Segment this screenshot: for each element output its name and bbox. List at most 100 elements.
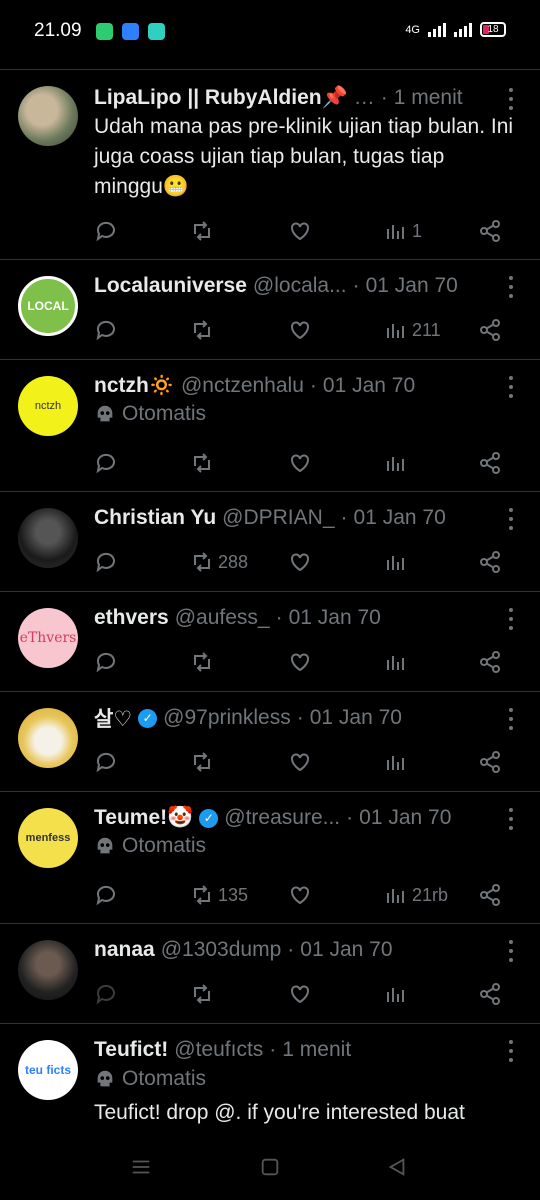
handle[interactable]: @97prinkless: [163, 706, 291, 730]
tweet[interactable]: LOCAL Localauniverse @locala... · 01 Jan…: [0, 260, 540, 360]
more-options-icon[interactable]: [508, 606, 514, 632]
avatar[interactable]: eThvers: [18, 608, 78, 668]
like-button[interactable]: [288, 448, 312, 478]
more-options-icon[interactable]: [508, 506, 514, 532]
share-button[interactable]: [478, 216, 502, 246]
retweet-button[interactable]: [190, 647, 214, 677]
tweet[interactable]: teu ficts Teufict! @teufıcts · 1 menit O…: [0, 1024, 540, 1140]
reply-button[interactable]: [94, 979, 118, 1009]
handle[interactable]: @treasure...: [224, 806, 340, 830]
like-button[interactable]: [288, 979, 312, 1009]
timestamp[interactable]: 01 Jan 70: [359, 806, 451, 830]
views-button[interactable]: 211: [384, 315, 441, 345]
handle[interactable]: @1303dump: [161, 938, 282, 962]
more-options-icon[interactable]: [508, 938, 514, 964]
tweet[interactable]: Christian Yu @DPRIAN_ · 01 Jan 70 288: [0, 492, 540, 592]
retweet-button[interactable]: [190, 979, 214, 1009]
reply-button[interactable]: [94, 547, 118, 577]
share-button[interactable]: [478, 747, 502, 777]
display-name[interactable]: LipaLipo || RubyAldien📌: [94, 86, 348, 110]
handle[interactable]: @nctzenhalu: [181, 374, 304, 398]
avatar[interactable]: [18, 708, 78, 768]
timestamp[interactable]: 1 menit: [282, 1038, 351, 1062]
more-options-icon[interactable]: [508, 1038, 514, 1064]
timestamp[interactable]: 01 Jan 70: [354, 506, 446, 530]
share-button[interactable]: [478, 880, 502, 910]
retweet-button[interactable]: 288: [190, 547, 248, 577]
tweet[interactable]: 살♡ ✓ @97prinkless · 01 Jan 70: [0, 692, 540, 792]
handle[interactable]: @aufess_: [175, 606, 270, 630]
like-button[interactable]: [288, 216, 312, 246]
reply-button[interactable]: [94, 647, 118, 677]
tweet[interactable]: eThvers ethvers @aufess_ · 01 Jan 70: [0, 592, 540, 692]
more-options-icon[interactable]: [508, 374, 514, 400]
share-button[interactable]: [478, 979, 502, 1009]
reply-button[interactable]: [94, 216, 118, 246]
avatar[interactable]: LOCAL: [18, 276, 78, 336]
timestamp[interactable]: 01 Jan 70: [300, 938, 392, 962]
retweet-button[interactable]: [190, 315, 214, 345]
retweet-button[interactable]: [190, 216, 214, 246]
share-button[interactable]: [478, 448, 502, 478]
handle[interactable]: @locala...: [253, 274, 347, 298]
share-button[interactable]: [478, 315, 502, 345]
more-options-icon[interactable]: [508, 86, 514, 112]
display-name[interactable]: Teufict!: [94, 1038, 168, 1062]
tweet[interactable]: LipaLipo || RubyAldien📌 … · 1 menit Udah…: [0, 70, 540, 260]
views-button[interactable]: [384, 547, 408, 577]
retweet-button[interactable]: 135: [190, 880, 248, 910]
reply-button[interactable]: [94, 880, 118, 910]
retweet-icon: [194, 652, 210, 672]
avatar[interactable]: teu ficts: [18, 1040, 78, 1100]
timestamp[interactable]: 01 Jan 70: [310, 706, 402, 730]
display-name[interactable]: Localauniverse: [94, 274, 247, 298]
avatar[interactable]: nctzh: [18, 376, 78, 436]
timestamp[interactable]: 01 Jan 70: [366, 274, 458, 298]
views-button[interactable]: 1: [384, 216, 422, 246]
share-button[interactable]: [478, 547, 502, 577]
handle[interactable]: @DPRIAN_: [222, 506, 334, 530]
display-name[interactable]: 살♡: [94, 704, 132, 732]
views-button[interactable]: [384, 747, 408, 777]
like-button[interactable]: [288, 647, 312, 677]
handle[interactable]: …: [354, 86, 375, 110]
more-options-icon[interactable]: [508, 706, 514, 732]
display-name[interactable]: Teume!🤡: [94, 806, 193, 830]
display-name[interactable]: nctzh🔅: [94, 374, 175, 398]
tweet[interactable]: menfess Teume!🤡 ✓ @treasure... · 01 Jan …: [0, 792, 540, 924]
reply-button[interactable]: [94, 315, 118, 345]
tweet[interactable]: nctzh nctzh🔅 @nctzenhalu · 01 Jan 70 Oto…: [0, 360, 540, 492]
like-button[interactable]: [288, 880, 312, 910]
handle[interactable]: @teufıcts: [174, 1038, 263, 1062]
avatar[interactable]: [18, 86, 78, 146]
more-options-icon[interactable]: [508, 274, 514, 300]
recent-apps-button[interactable]: [130, 1156, 152, 1183]
localauniverse-logo: LOCAL: [27, 299, 69, 313]
like-button[interactable]: [288, 547, 312, 577]
display-name[interactable]: Christian Yu: [94, 506, 216, 530]
views-button[interactable]: [384, 448, 408, 478]
avatar[interactable]: [18, 508, 78, 568]
retweet-button[interactable]: [190, 747, 214, 777]
timestamp[interactable]: 1 menit: [394, 86, 463, 110]
display-name[interactable]: ethvers: [94, 606, 169, 630]
views-button[interactable]: [384, 647, 408, 677]
more-options-icon[interactable]: [508, 806, 514, 832]
display-name[interactable]: nanaa: [94, 938, 155, 962]
timestamp[interactable]: 01 Jan 70: [289, 606, 381, 630]
like-button[interactable]: [288, 315, 312, 345]
reply-button[interactable]: [94, 448, 118, 478]
reply-button[interactable]: [94, 747, 118, 777]
avatar[interactable]: [18, 940, 78, 1000]
views-count: 1: [412, 220, 423, 241]
retweet-button[interactable]: [190, 448, 214, 478]
timestamp[interactable]: 01 Jan 70: [323, 374, 415, 398]
tweet[interactable]: nanaa @1303dump · 01 Jan 70: [0, 924, 540, 1024]
back-button[interactable]: [386, 1156, 408, 1183]
home-button[interactable]: [259, 1156, 281, 1183]
avatar[interactable]: menfess: [18, 808, 78, 868]
views-button[interactable]: [384, 979, 408, 1009]
views-button[interactable]: 21rb: [384, 880, 448, 910]
like-button[interactable]: [288, 747, 312, 777]
share-button[interactable]: [478, 647, 502, 677]
